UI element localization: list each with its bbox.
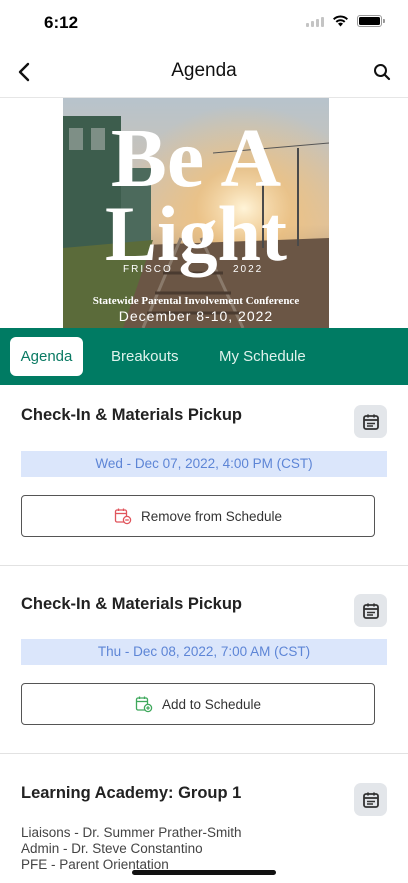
battery-icon: [357, 15, 385, 27]
session-speakers: Liaisons - Dr. Summer Prather-Smith Admi…: [21, 825, 242, 873]
speaker-line: Admin - Dr. Steve Constantino: [21, 841, 203, 856]
session-title: Check-In & Materials Pickup: [21, 595, 242, 613]
banner-subtitle: Statewide Parental Involvement Conferenc…: [93, 295, 300, 307]
status-icons: [306, 15, 385, 27]
add-to-schedule-label: Add to Schedule: [161, 696, 262, 712]
session-title: Learning Academy: Group 1: [21, 784, 242, 802]
tab-my-schedule[interactable]: My Schedule: [209, 337, 316, 376]
search-icon: [374, 64, 391, 81]
speaker-line: Liaisons - Dr. Summer Prather-Smith: [21, 825, 242, 840]
page-title: Agenda: [171, 60, 237, 81]
status-bar: 6:12: [0, 0, 408, 46]
wifi-icon: [333, 15, 348, 27]
calendar-button[interactable]: [354, 594, 387, 627]
tab-bar: Agenda Breakouts My Schedule: [0, 328, 408, 385]
status-time: 6:12: [44, 13, 79, 32]
calendar-icon: [362, 414, 379, 430]
remove-from-schedule-button[interactable]: Remove from Schedule: [21, 495, 375, 537]
session-datetime: Thu - Dec 08, 2022, 7:00 AM (CST): [21, 639, 387, 665]
add-to-schedule-button[interactable]: Add to Schedule: [21, 683, 375, 725]
search-button[interactable]: [368, 58, 396, 86]
banner-year: 2022: [233, 264, 263, 275]
home-indicator: [132, 870, 276, 875]
session-card: Learning Academy: Group 1 Liaisons - Dr.…: [0, 754, 408, 883]
cellular-signal-icon: [306, 16, 324, 27]
banner-artwork: Be A Light FRISCO 2022 Statewide Parenta…: [63, 98, 329, 328]
calendar-remove-icon: [114, 508, 132, 525]
remove-from-schedule-label: Remove from Schedule: [140, 508, 283, 524]
calendar-button[interactable]: [354, 405, 387, 438]
tab-breakouts[interactable]: Breakouts: [101, 337, 189, 376]
session-datetime: Wed - Dec 07, 2022, 4:00 PM (CST): [21, 451, 387, 477]
session-card: Check-In & Materials Pickup Thu - Dec 08…: [0, 566, 408, 754]
nav-bar: Agenda: [0, 46, 408, 98]
calendar-add-icon: [135, 696, 153, 713]
calendar-icon: [362, 792, 379, 808]
tab-agenda[interactable]: Agenda: [10, 337, 83, 376]
conference-banner: Be A Light FRISCO 2022 Statewide Parenta…: [63, 98, 329, 328]
banner-dates: December 8-10, 2022: [119, 308, 273, 324]
banner-city: FRISCO: [123, 264, 173, 275]
session-title: Check-In & Materials Pickup: [21, 406, 242, 424]
calendar-button[interactable]: [354, 783, 387, 816]
session-card: Check-In & Materials Pickup Wed - Dec 07…: [0, 385, 408, 566]
calendar-icon: [362, 603, 379, 619]
